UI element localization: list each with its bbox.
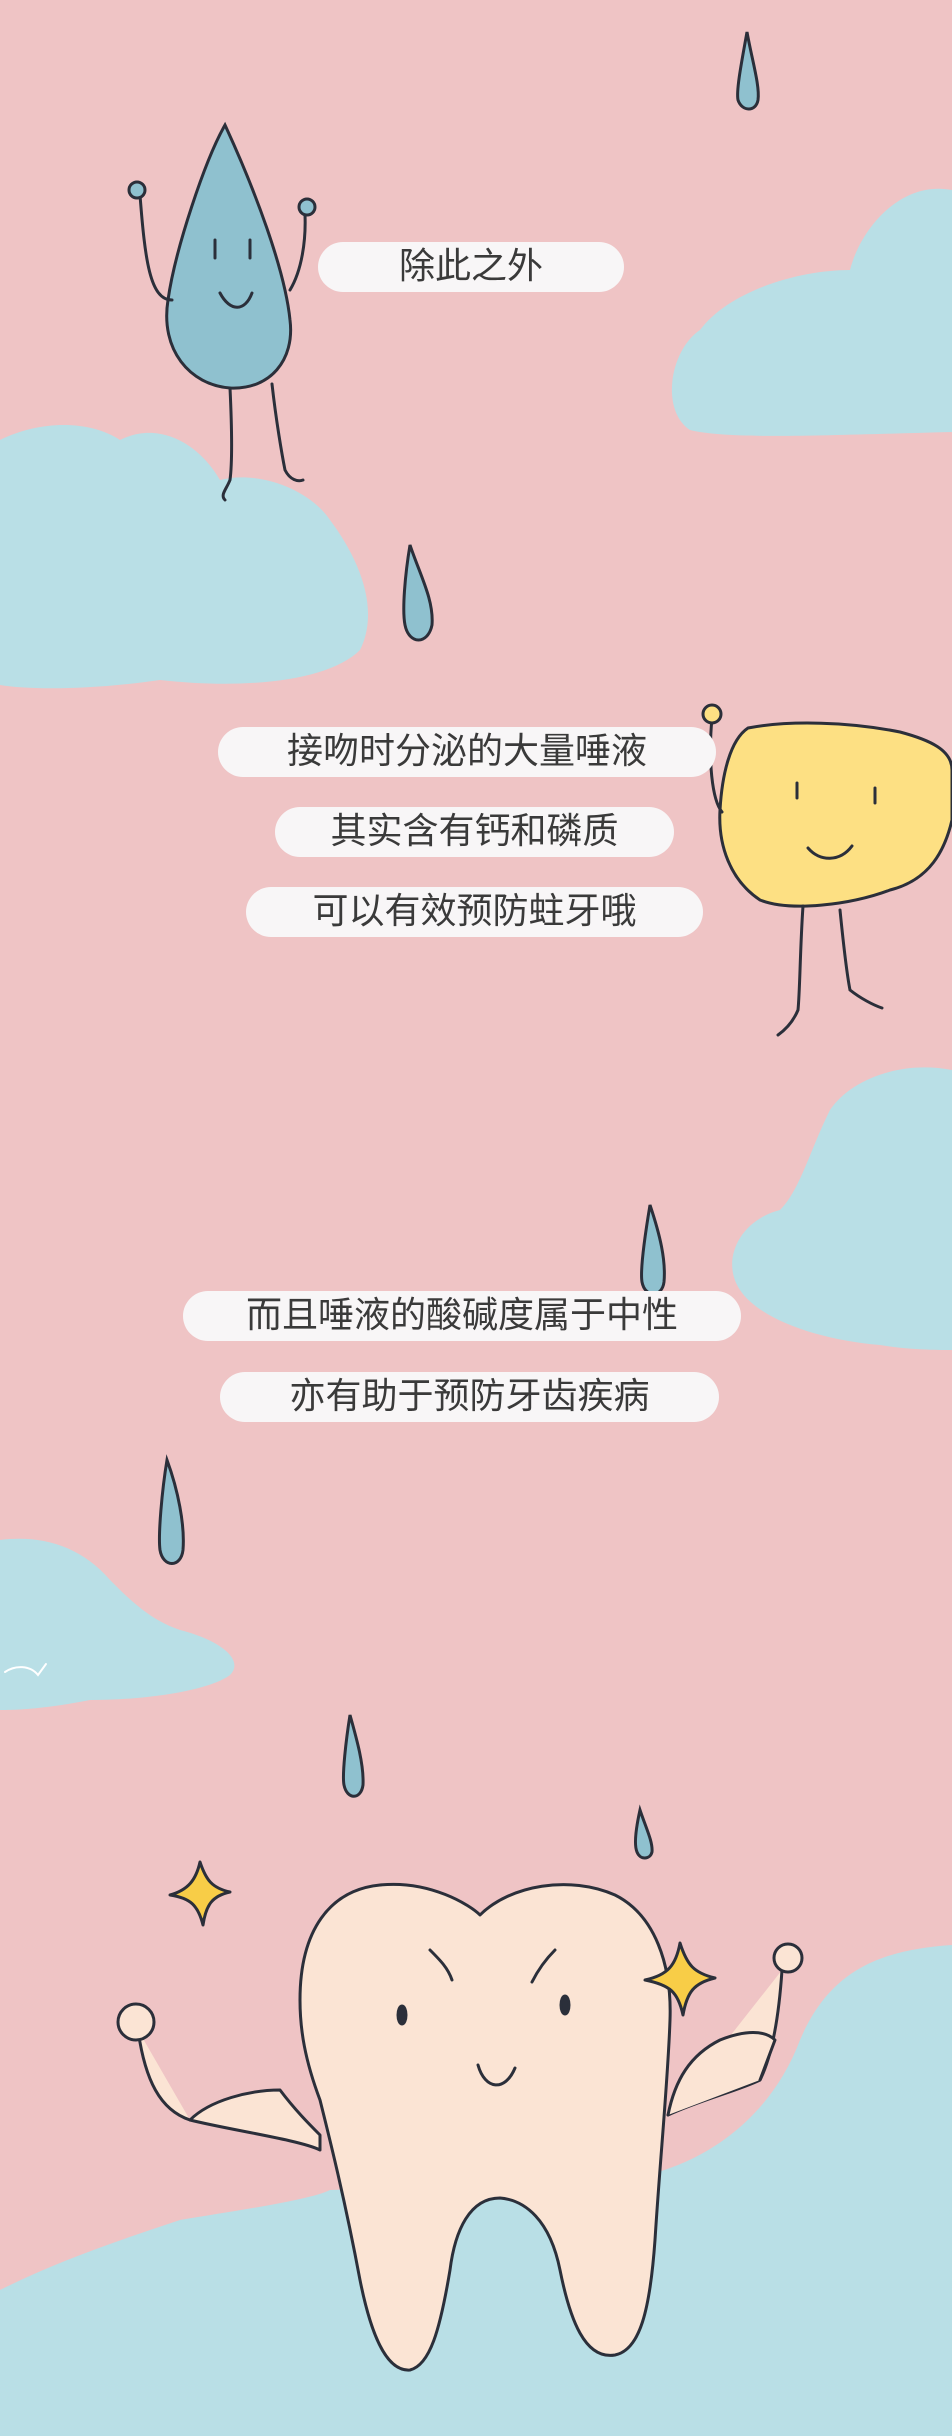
caption-ph-line-1: 而且唾液的酸碱度属于中性 bbox=[183, 1291, 741, 1341]
caption-intro: 除此之外 bbox=[318, 242, 624, 292]
caption-ph-line-2: 亦有助于预防牙齿疾病 bbox=[220, 1372, 719, 1422]
illustration-scene: 除此之外 接吻时分泌的大量唾液 其实含有钙和磷质 可以有效预防蛀牙哦 而且唾液的… bbox=[0, 0, 952, 2436]
caption-saliva-line-1: 接吻时分泌的大量唾液 bbox=[218, 727, 716, 777]
caption-saliva-line-3: 可以有效预防蛀牙哦 bbox=[246, 887, 703, 937]
background-art bbox=[0, 0, 952, 2436]
caption-saliva-line-2: 其实含有钙和磷质 bbox=[275, 807, 674, 857]
